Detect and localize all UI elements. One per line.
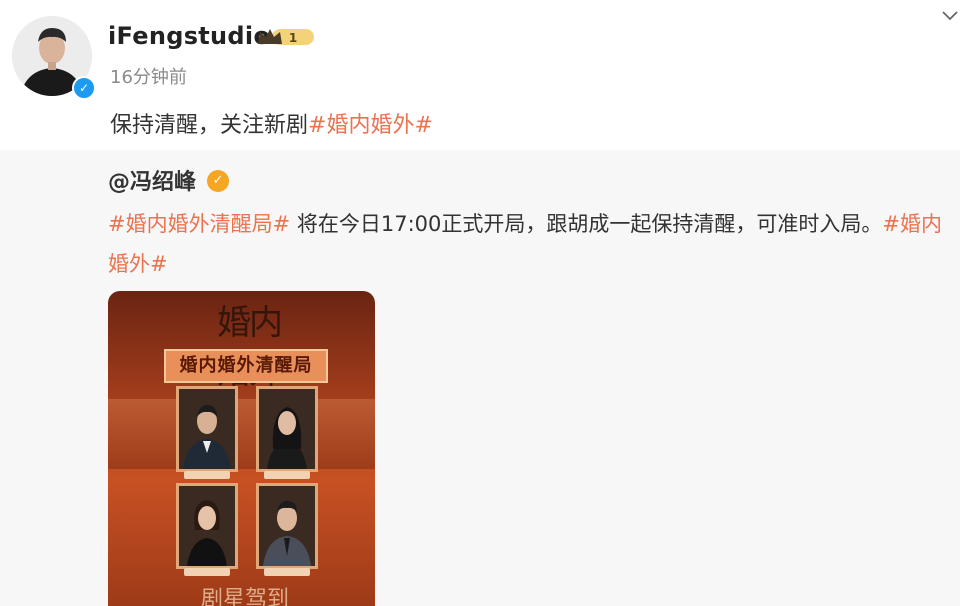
post-text-plain: 保持清醒，关注新剧 (110, 113, 309, 138)
verified-check-icon: ✓ (72, 76, 96, 100)
hashtag-link[interactable]: #婚内婚外清醒局# (108, 212, 290, 236)
portrait-frame (176, 386, 238, 472)
username[interactable]: iFengstudio (108, 22, 270, 50)
poster-image[interactable]: 婚内婚外 婚内婚外清醒局 剧星驾到 (108, 291, 375, 606)
original-post-text: #婚内婚外清醒局# 将在今日17:00正式开局，跟胡成一起保持清醒，可准时入局。… (108, 204, 953, 284)
post-text: 保持清醒，关注新剧#婚内婚外# (110, 107, 433, 139)
original-post-body: 将在今日17:00正式开局，跟胡成一起保持清醒，可准时入局。 (290, 212, 883, 236)
portrait-frame (256, 483, 318, 569)
poster-banner: 婚内婚外清醒局 (164, 349, 328, 383)
portrait-plaque (184, 568, 230, 576)
crown-level-icon[interactable]: 1 (256, 26, 316, 48)
chevron-down-icon[interactable] (942, 10, 958, 22)
portrait-plaque (264, 471, 310, 479)
post-time: 16分钟前 (110, 67, 187, 88)
poster-bottom-text: 剧星驾到 (200, 587, 289, 606)
poster-band (108, 399, 375, 469)
level-badge-number: 1 (289, 31, 297, 45)
gold-verified-icon: ✓ (207, 170, 229, 192)
portrait-frame (256, 386, 318, 472)
portrait-frame (176, 483, 238, 569)
portrait-plaque (264, 568, 310, 576)
hashtag-link[interactable]: #婚内婚外# (308, 113, 433, 138)
portrait-plaque (184, 471, 230, 479)
original-author-link[interactable]: @冯绍峰 (108, 164, 196, 196)
